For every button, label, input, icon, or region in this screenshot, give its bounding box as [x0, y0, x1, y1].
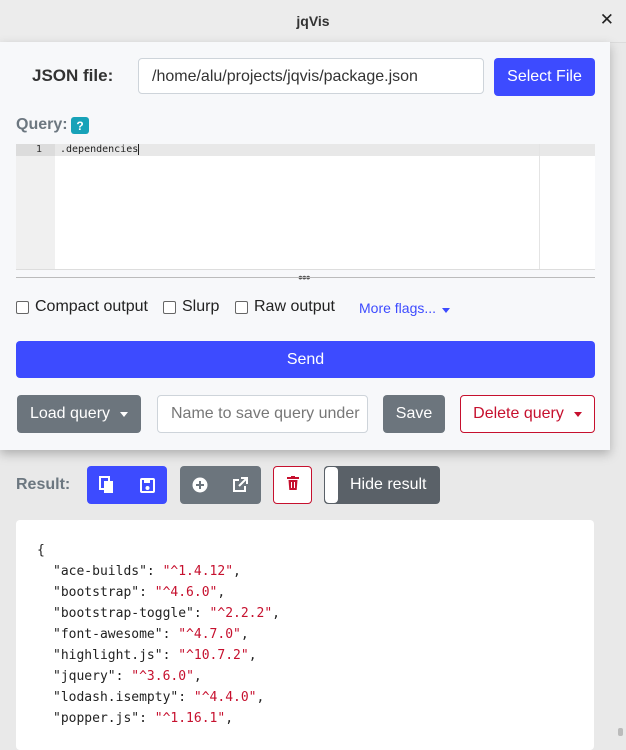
- json-separator: :: [162, 627, 179, 642]
- result-view-group: [180, 466, 261, 504]
- json-value: "^4.7.0": [178, 627, 241, 642]
- json-comma: ,: [272, 606, 280, 621]
- more-flags-label: More flags...: [359, 300, 437, 316]
- json-key: "highlight.js": [53, 648, 163, 663]
- json-comma: ,: [240, 627, 249, 642]
- json-key: "bootstrap-toggle": [53, 606, 194, 621]
- json-key: "jquery": [53, 669, 116, 684]
- hide-result-label: Hide result: [350, 476, 427, 493]
- compact-output-checkbox[interactable]: [16, 300, 29, 314]
- json-value: "^1.16.1": [154, 711, 226, 726]
- json-comma: ,: [217, 585, 226, 600]
- json-entry: "font-awesome": "^4.7.0",: [53, 627, 249, 642]
- json-separator: :: [139, 711, 155, 726]
- result-label: Result:: [16, 476, 71, 493]
- json-separator: :: [146, 564, 163, 579]
- trash-icon: [286, 475, 299, 495]
- slurp-option[interactable]: Slurp: [163, 298, 219, 316]
- json-entry: "lodash.isempty": "^4.4.0",: [53, 690, 264, 705]
- help-badge[interactable]: ?: [71, 117, 89, 134]
- chevron-down-icon: [573, 411, 582, 417]
- plus-circle-icon[interactable]: [180, 466, 220, 504]
- save-query-button[interactable]: Save: [383, 395, 445, 433]
- query-code[interactable]: .dependencies: [60, 144, 140, 156]
- raw-output-label: Raw output: [254, 298, 335, 315]
- json-entry: "popper.js": "^1.16.1",: [53, 711, 233, 726]
- compact-output-label: Compact output: [35, 298, 148, 315]
- json-file-path-input[interactable]: /home/alu/projects/jqvis/package.json: [138, 58, 484, 94]
- delete-query-button[interactable]: Delete query: [460, 395, 595, 433]
- slurp-checkbox[interactable]: [163, 300, 176, 314]
- chevron-down-icon: [442, 308, 451, 313]
- json-comma: ,: [233, 564, 241, 579]
- more-flags-dropdown[interactable]: More flags...: [359, 300, 451, 316]
- compact-output-option[interactable]: Compact output: [16, 298, 148, 316]
- raw-output-checkbox[interactable]: [235, 300, 248, 314]
- select-file-button[interactable]: Select File: [494, 58, 595, 96]
- editor-gutter: [16, 144, 55, 269]
- json-value: "^4.4.0": [193, 690, 257, 705]
- clear-result-button[interactable]: [273, 466, 312, 504]
- json-comma: ,: [225, 711, 234, 726]
- json-value: "^4.6.0": [154, 585, 218, 600]
- json-separator: :: [178, 690, 194, 705]
- title-bar: jqVis ✕: [0, 0, 626, 43]
- json-comma: ,: [248, 648, 257, 663]
- json-separator: :: [115, 669, 132, 684]
- copy-icon[interactable]: [87, 466, 127, 504]
- floppy-icon[interactable]: [127, 466, 167, 504]
- toggle-knob: [325, 467, 338, 503]
- hide-result-toggle[interactable]: Hide result: [324, 466, 440, 504]
- query-code-text: .dependencies: [60, 144, 139, 155]
- load-query-button[interactable]: Load query: [17, 395, 141, 433]
- json-entry: "ace-builds": "^1.4.12",: [53, 564, 241, 579]
- json-key: "lodash.isempty": [53, 690, 179, 705]
- json-value: "^3.6.0": [131, 669, 194, 684]
- json-key: "ace-builds": [53, 564, 147, 579]
- json-value: "^2.2.2": [209, 606, 273, 621]
- json-entry: "bootstrap-toggle": "^2.2.2",: [53, 606, 280, 621]
- json-file-label: JSON file:: [32, 66, 114, 85]
- load-query-label: Load query: [29, 405, 111, 422]
- external-link-icon[interactable]: [220, 466, 260, 504]
- print-margin: [539, 144, 540, 269]
- json-comma: ,: [193, 669, 202, 684]
- send-button[interactable]: Send: [16, 341, 595, 378]
- window-title: jqVis: [296, 13, 330, 29]
- json-separator: :: [162, 648, 179, 663]
- json-separator: :: [139, 585, 155, 600]
- json-value: "^10.7.2": [178, 648, 249, 663]
- query-editor[interactable]: 1 .dependencies: [16, 144, 595, 270]
- json-key: "bootstrap": [53, 585, 140, 600]
- chevron-down-icon: [120, 411, 129, 417]
- query-name-input[interactable]: Name to save query under: [157, 395, 368, 433]
- json-entry: "jquery": "^3.6.0",: [53, 669, 202, 684]
- scrollbar[interactable]: [618, 728, 623, 736]
- json-entry: "highlight.js": "^10.7.2",: [53, 648, 257, 663]
- json-value: "^1.4.12": [162, 564, 234, 579]
- delete-query-label: Delete query: [473, 405, 564, 422]
- slurp-label: Slurp: [182, 298, 220, 315]
- raw-output-option[interactable]: Raw output: [235, 298, 335, 316]
- json-entry: "bootstrap": "^4.6.0",: [53, 585, 225, 600]
- json-comma: ,: [256, 690, 265, 705]
- json-separator: :: [193, 606, 210, 621]
- text-cursor: [138, 144, 140, 155]
- result-export-group: [87, 466, 167, 504]
- json-key: "font-awesome": [53, 627, 163, 642]
- json-open-brace: {: [37, 543, 45, 558]
- close-icon[interactable]: ✕: [600, 10, 614, 30]
- json-key: "popper.js": [53, 711, 140, 726]
- line-number: 1: [35, 144, 42, 155]
- query-label: Query:: [16, 116, 68, 133]
- divider: [16, 277, 595, 278]
- result-output: { "ace-builds": "^1.4.12", "bootstrap": "…: [16, 520, 594, 750]
